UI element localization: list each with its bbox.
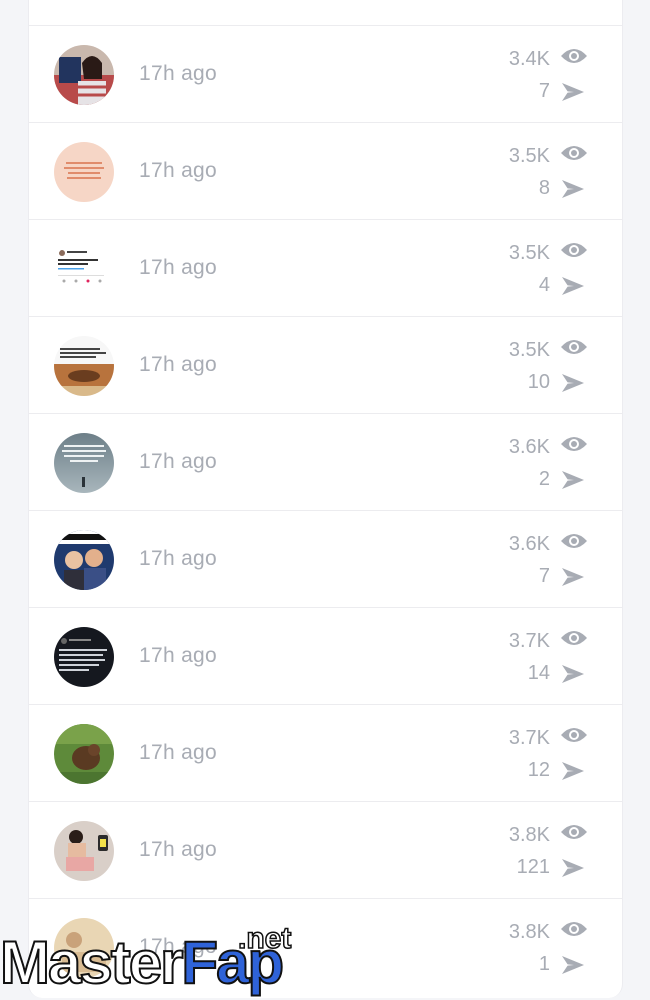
timestamp: 17h ago <box>139 159 218 182</box>
avatar[interactable] <box>54 627 114 687</box>
share-count: 7 <box>538 565 550 587</box>
send-icon <box>562 956 584 974</box>
eye-icon <box>561 922 587 936</box>
timestamp: 17h ago <box>139 838 218 861</box>
eye-icon <box>561 146 587 160</box>
view-count: 3.5K <box>508 242 550 264</box>
send-icon <box>562 277 584 295</box>
view-count: 3.8K <box>508 921 550 943</box>
avatar[interactable] <box>54 142 114 202</box>
send-icon <box>562 180 584 198</box>
view-count: 3.7K <box>508 727 550 749</box>
avatar[interactable] <box>54 239 114 299</box>
share-count: 2 <box>538 468 550 490</box>
view-count: 3.5K <box>508 339 550 361</box>
avatar[interactable] <box>54 45 114 105</box>
eye-icon <box>561 340 587 354</box>
story-stats-card: 17h ago 3.4K 7 17h ago 3.5K 8 17h ago 3.… <box>28 0 623 998</box>
view-count: 3.6K <box>508 436 550 458</box>
view-count: 3.4K <box>508 48 550 70</box>
eye-icon <box>561 825 587 839</box>
timestamp: 17h ago <box>139 741 218 764</box>
share-count: 4 <box>538 274 550 296</box>
eye-icon <box>561 631 587 645</box>
send-icon <box>562 665 584 683</box>
send-icon <box>562 859 584 877</box>
avatar[interactable] <box>54 433 114 493</box>
share-count: 1 <box>538 953 550 975</box>
eye-icon <box>561 534 587 548</box>
timestamp: 17h ago <box>139 547 218 570</box>
send-icon <box>562 471 584 489</box>
avatar[interactable] <box>54 724 114 784</box>
timestamp: 17h ago <box>139 450 218 473</box>
watermark-brand: MasterFap <box>0 929 285 996</box>
send-icon <box>562 374 584 392</box>
list-item[interactable]: 17h ago 3.5K 4 <box>29 219 622 317</box>
share-count: 12 <box>527 759 550 781</box>
eye-icon <box>561 728 587 742</box>
view-count: 3.6K <box>508 533 550 555</box>
eye-icon <box>561 243 587 257</box>
send-icon <box>562 762 584 780</box>
avatar[interactable] <box>54 336 114 396</box>
view-count: 3.8K <box>508 824 550 846</box>
share-count: 7 <box>538 80 550 102</box>
list-item[interactable]: 17h ago 3.6K 2 <box>29 413 622 511</box>
watermark-brand-left: Master <box>0 929 184 996</box>
share-count: 8 <box>538 177 550 199</box>
watermark-logo: .net MasterFap <box>0 921 320 1000</box>
list-item[interactable]: 17h ago 3.5K 8 <box>29 122 622 220</box>
share-count: 14 <box>527 662 550 684</box>
send-icon <box>562 568 584 586</box>
list-item[interactable]: 17h ago 3.6K 7 <box>29 510 622 608</box>
view-count: 3.7K <box>508 630 550 652</box>
list-item[interactable]: 17h ago 3.5K 10 <box>29 316 622 414</box>
watermark-brand-right: Fap <box>180 929 285 996</box>
eye-icon <box>561 437 587 451</box>
list-item[interactable]: 17h ago 3.8K 121 <box>29 801 622 899</box>
list-item[interactable]: 17h ago 3.7K 14 <box>29 607 622 705</box>
share-count: 121 <box>516 856 550 878</box>
timestamp: 17h ago <box>139 256 218 279</box>
send-icon <box>562 83 584 101</box>
list-item[interactable]: 17h ago 3.7K 12 <box>29 704 622 802</box>
avatar[interactable] <box>54 530 114 590</box>
list-item[interactable] <box>29 0 622 3</box>
view-count: 3.5K <box>508 145 550 167</box>
timestamp: 17h ago <box>139 353 218 376</box>
avatar[interactable] <box>54 821 114 881</box>
list-item[interactable]: 17h ago 3.4K 7 <box>29 25 622 123</box>
share-count: 10 <box>527 371 550 393</box>
eye-icon <box>561 49 587 63</box>
timestamp: 17h ago <box>139 644 218 667</box>
timestamp: 17h ago <box>139 62 218 85</box>
